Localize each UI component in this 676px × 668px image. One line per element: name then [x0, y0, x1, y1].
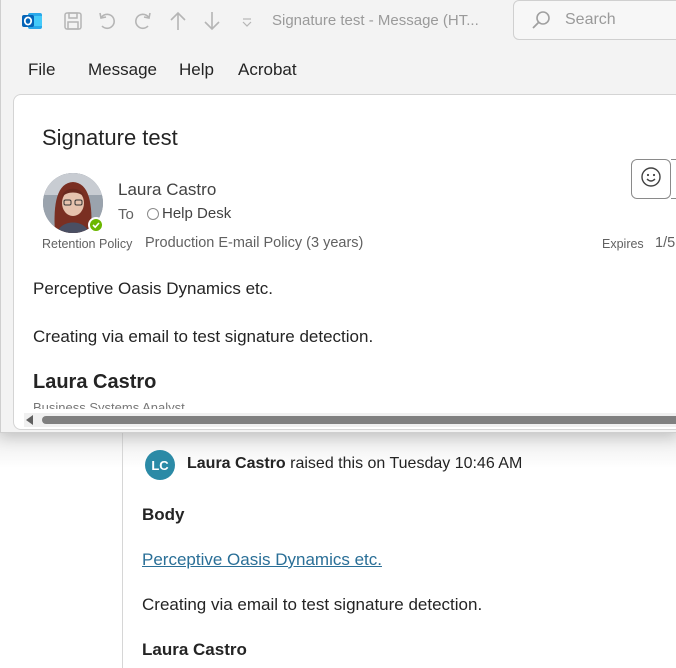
menu-file[interactable]: File — [28, 60, 55, 80]
presence-available-icon — [88, 217, 104, 233]
comment-body-text: Creating via email to test signature det… — [142, 595, 483, 614]
comment-header: Laura Castro raised this on Tuesday 10:4… — [187, 455, 522, 473]
save-icon[interactable] — [61, 9, 85, 33]
comment-divider — [122, 432, 123, 668]
smiley-icon — [640, 166, 662, 192]
reaction-button[interactable] — [631, 159, 671, 199]
expires-value: 1/5 — [655, 235, 676, 251]
scroll-left-icon[interactable] — [26, 415, 33, 425]
search-placeholder: Search — [565, 11, 616, 28]
outlook-logo-icon — [21, 10, 43, 32]
to-label: To — [118, 206, 134, 223]
signature-title: Business Systems Analyst — [33, 400, 185, 409]
arrow-up-icon[interactable] — [166, 9, 190, 33]
arrow-down-icon[interactable] — [200, 9, 224, 33]
reading-pane: Signature test Laura Castro To Help Desk… — [13, 94, 676, 430]
retention-policy-value: Production E-mail Policy (3 years) — [145, 235, 364, 251]
sender-name[interactable]: Laura Castro — [118, 180, 216, 200]
menu-help[interactable]: Help — [179, 60, 214, 80]
search-icon — [530, 9, 552, 35]
search-input[interactable]: Search — [513, 0, 676, 40]
scrollbar-thumb[interactable] — [42, 416, 676, 424]
recipient-name[interactable]: Help Desk — [162, 205, 231, 222]
comment-avatar: LC — [145, 450, 175, 480]
menu-bar: File Message Help Acrobat — [1, 54, 676, 84]
message-subject: Signature test — [42, 125, 178, 150]
retention-policy-label: Retention Policy — [42, 237, 133, 251]
comment-author[interactable]: Laura Castro — [187, 455, 286, 472]
title-bar: Signature test - Message (HT... Search — [1, 0, 676, 44]
comment-signature-name: Laura Castro — [142, 640, 247, 659]
customize-toolbar-icon[interactable] — [235, 9, 259, 33]
menu-acrobat[interactable]: Acrobat — [238, 60, 297, 80]
window-title: Signature test - Message (HT... — [272, 12, 479, 29]
signature-name: Laura Castro — [33, 371, 157, 393]
horizontal-scrollbar[interactable] — [24, 413, 676, 427]
menu-message[interactable]: Message — [88, 60, 157, 80]
comment-body-label: Body — [142, 505, 185, 524]
message-body-line: Perceptive Oasis Dynamics etc. — [33, 279, 273, 298]
reply-button-partial[interactable] — [671, 159, 676, 199]
message-body-line: Creating via email to test signature det… — [33, 327, 374, 346]
outlook-message-window: Signature test - Message (HT... Search F… — [0, 0, 676, 433]
redo-icon[interactable] — [131, 9, 155, 33]
recipient-presence-icon — [147, 208, 159, 220]
comment-action: raised this on Tuesday 10:46 AM — [285, 455, 523, 472]
undo-icon[interactable] — [95, 9, 119, 33]
expires-label: Expires — [602, 237, 644, 251]
comment-body-link[interactable]: Perceptive Oasis Dynamics etc. — [142, 550, 382, 570]
